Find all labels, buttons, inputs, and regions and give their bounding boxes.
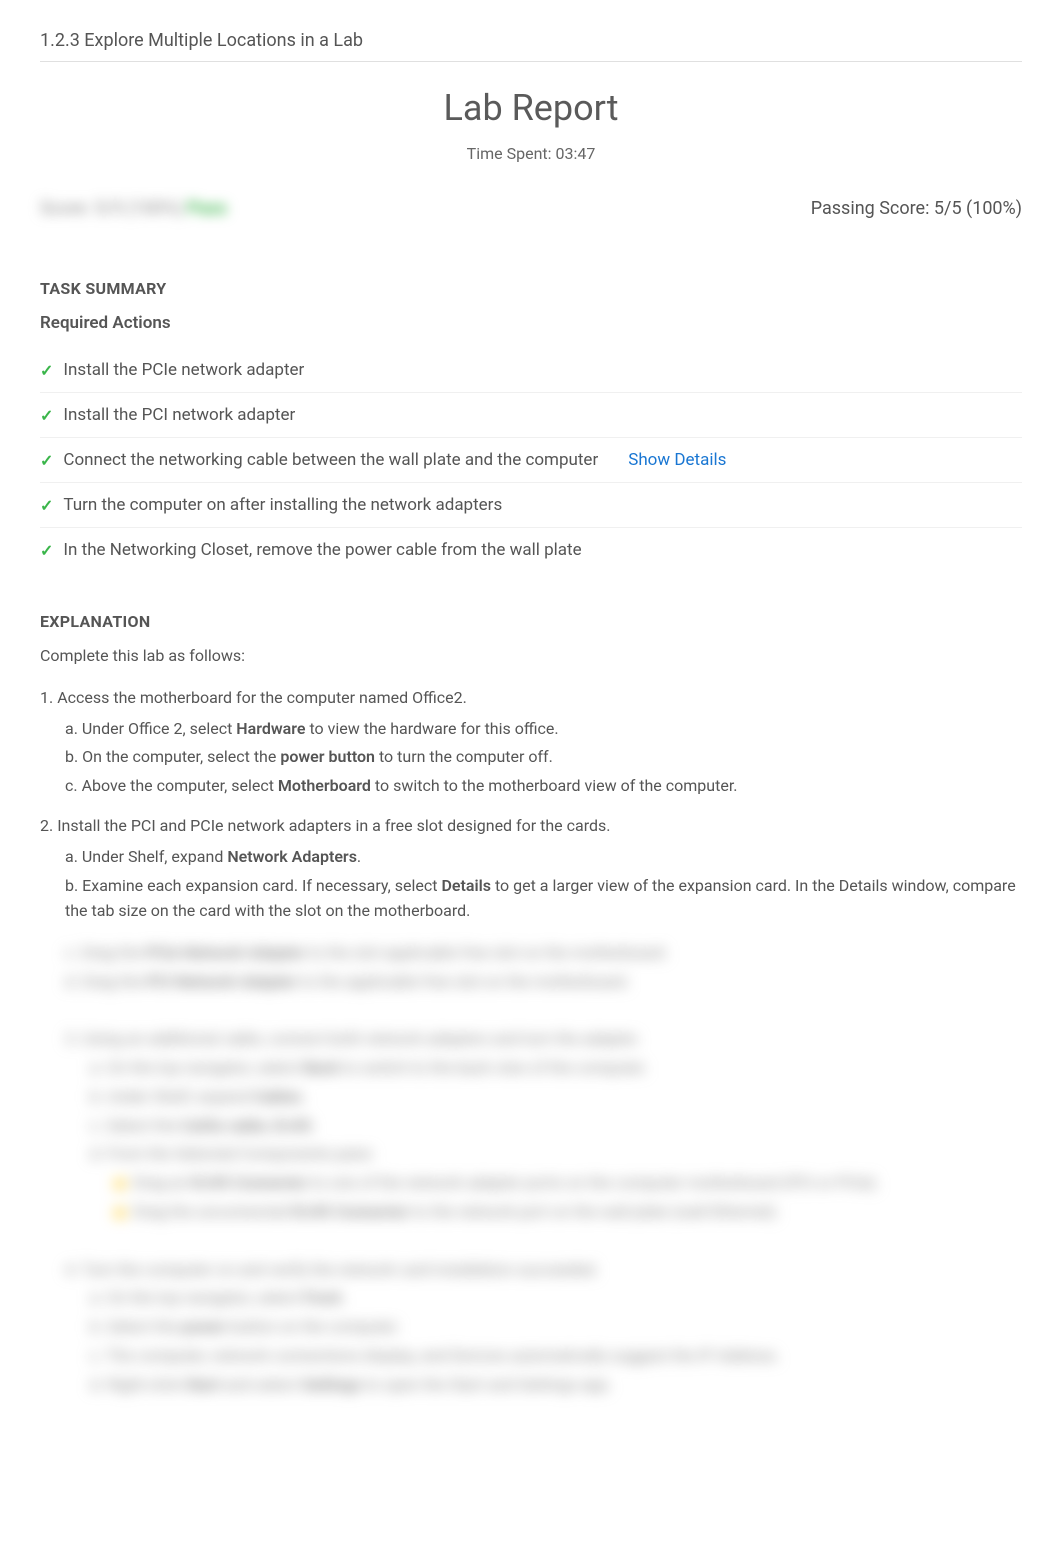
substep: Under Office 2, select Hardware to view … [65,716,1022,742]
action-item: ✓ Install the PCIe network adapter [40,348,1022,393]
explanation-intro: Complete this lab as follows: [40,646,1022,665]
substep: Examine each expansion card. If necessar… [65,873,1022,924]
required-actions-title: Required Actions [40,313,1022,333]
action-text: Connect the networking cable between the… [63,450,598,470]
blurred-content: c. Drag the PCIe Network Adapter to the … [40,939,1022,1400]
explanation-step: Install the PCI and PCIe network adapter… [40,813,1022,923]
explanation-title: EXPLANATION [40,612,1022,631]
task-summary-title: TASK SUMMARY [40,279,1022,298]
page-title: Lab Report [40,87,1022,129]
substep: Under Shelf, expand Network Adapters. [65,844,1022,870]
action-item: ✓ Install the PCI network adapter [40,393,1022,438]
task-summary-section: TASK SUMMARY Required Actions ✓ Install … [40,279,1022,572]
explanation-step: Access the motherboard for the computer … [40,685,1022,798]
action-list: ✓ Install the PCIe network adapter ✓ Ins… [40,348,1022,572]
time-spent: Time Spent: 03:47 [40,144,1022,163]
check-icon: ✓ [40,406,53,425]
action-item: ✓ In the Networking Closet, remove the p… [40,528,1022,572]
breadcrumb: 1.2.3 Explore Multiple Locations in a La… [40,30,1022,62]
substep: On the computer, select the power button… [65,744,1022,770]
action-text: Turn the computer on after installing th… [63,495,502,515]
substep: Above the computer, select Motherboard t… [65,773,1022,799]
sub-list: Under Shelf, expand Network Adapters. Ex… [65,844,1022,924]
explanation-section: EXPLANATION Complete this lab as follows… [40,612,1022,1400]
check-icon: ✓ [40,451,53,470]
step-text: Install the PCI and PCIe network adapter… [57,816,610,835]
action-text: Install the PCIe network adapter [63,360,304,380]
action-text: In the Networking Closet, remove the pow… [63,540,581,560]
action-item: ✓ Connect the networking cable between t… [40,438,1022,483]
action-text: Install the PCI network adapter [63,405,295,425]
show-details-link[interactable]: Show Details [628,450,726,470]
check-icon: ✓ [40,496,53,515]
sub-list: Under Office 2, select Hardware to view … [65,716,1022,799]
explanation-list: Access the motherboard for the computer … [40,685,1022,924]
check-icon: ✓ [40,361,53,380]
check-icon: ✓ [40,541,53,560]
score-row: Score: 5/5 (100%) Pass Passing Score: 5/… [40,198,1022,219]
action-item: ✓ Turn the computer on after installing … [40,483,1022,528]
passing-score: Passing Score: 5/5 (100%) [811,198,1022,219]
score-blurred: Score: 5/5 (100%) Pass [40,198,227,219]
step-text: Access the motherboard for the computer … [57,688,467,707]
